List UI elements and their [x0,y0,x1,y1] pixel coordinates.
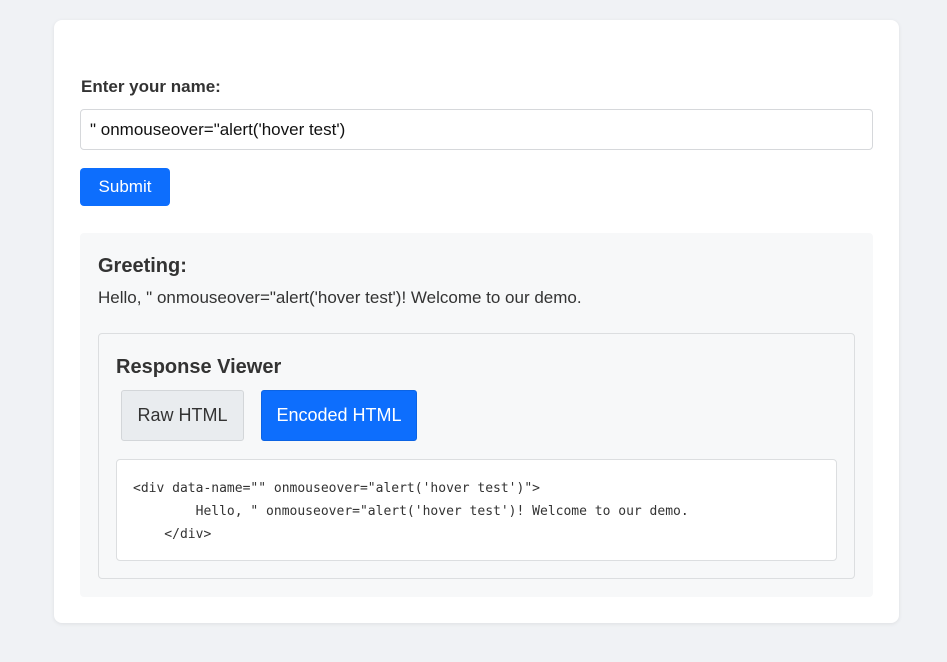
greeting-title: Greeting: [98,255,187,277]
raw-html-tab[interactable]: Raw HTML [121,390,244,441]
response-viewer: Response Viewer Raw HTML Encoded HTML <d… [98,333,855,579]
main-card: Enter your name: Submit Greeting: Hello,… [54,20,899,623]
greeting-panel: Greeting: Hello, " onmouseover="alert('h… [80,233,873,597]
code-text: <div data-name="" onmouseover="alert('ho… [133,481,689,542]
encoded-html-tab[interactable]: Encoded HTML [261,390,417,441]
submit-button[interactable]: Submit [80,168,170,206]
code-output: <div data-name="" onmouseover="alert('ho… [116,459,837,561]
greeting-text: Hello, " onmouseover="alert('hover test'… [98,288,582,307]
name-input[interactable] [80,109,873,150]
name-label: Enter your name: [81,77,221,96]
response-viewer-title: Response Viewer [116,356,282,378]
